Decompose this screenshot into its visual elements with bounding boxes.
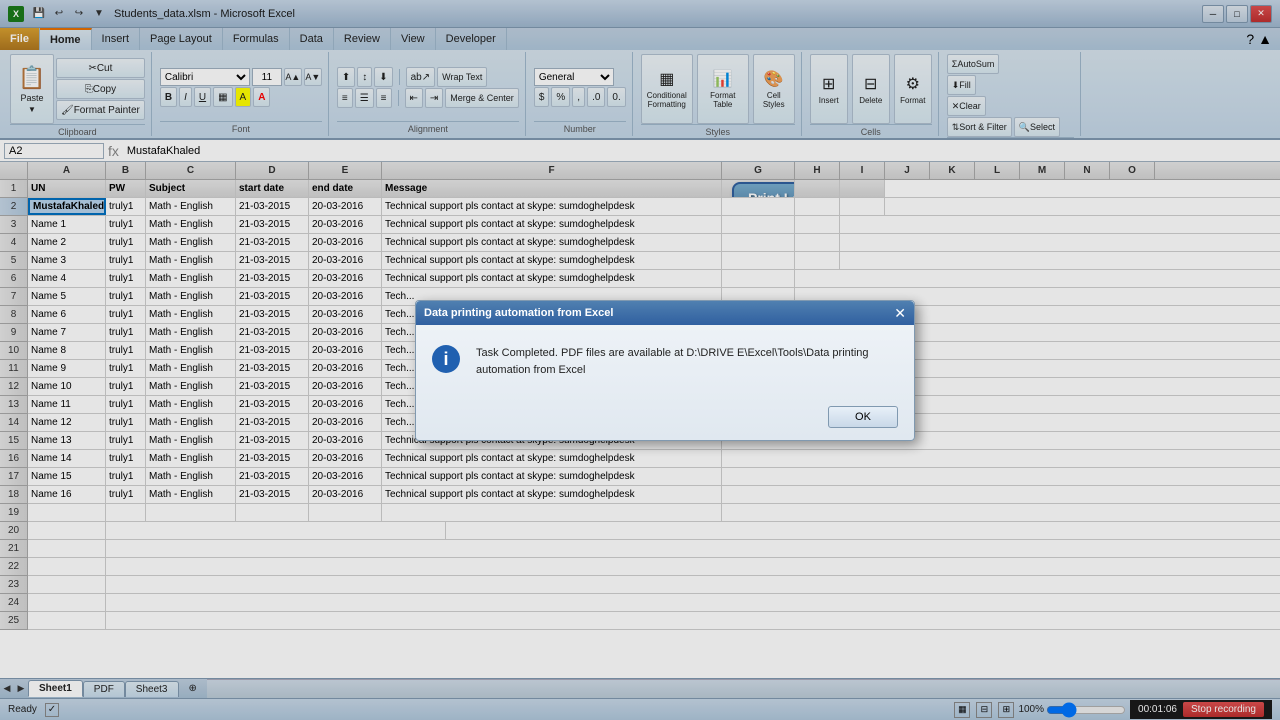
dialog-title-bar: Data printing automation from Excel ✕ (416, 301, 914, 325)
dialog-overlay: Data printing automation from Excel ✕ i … (0, 0, 1280, 720)
dialog-info-icon: i (432, 345, 464, 373)
dialog-footer: OK (416, 398, 914, 440)
dialog-body: i Task Completed. PDF files are availabl… (416, 325, 914, 398)
dialog-title: Data printing automation from Excel (424, 307, 613, 319)
alert-dialog: Data printing automation from Excel ✕ i … (415, 300, 915, 441)
dialog-close-btn[interactable]: ✕ (894, 306, 906, 320)
dialog-ok-button[interactable]: OK (828, 406, 898, 428)
dialog-message: Task Completed. PDF files are available … (476, 345, 898, 378)
